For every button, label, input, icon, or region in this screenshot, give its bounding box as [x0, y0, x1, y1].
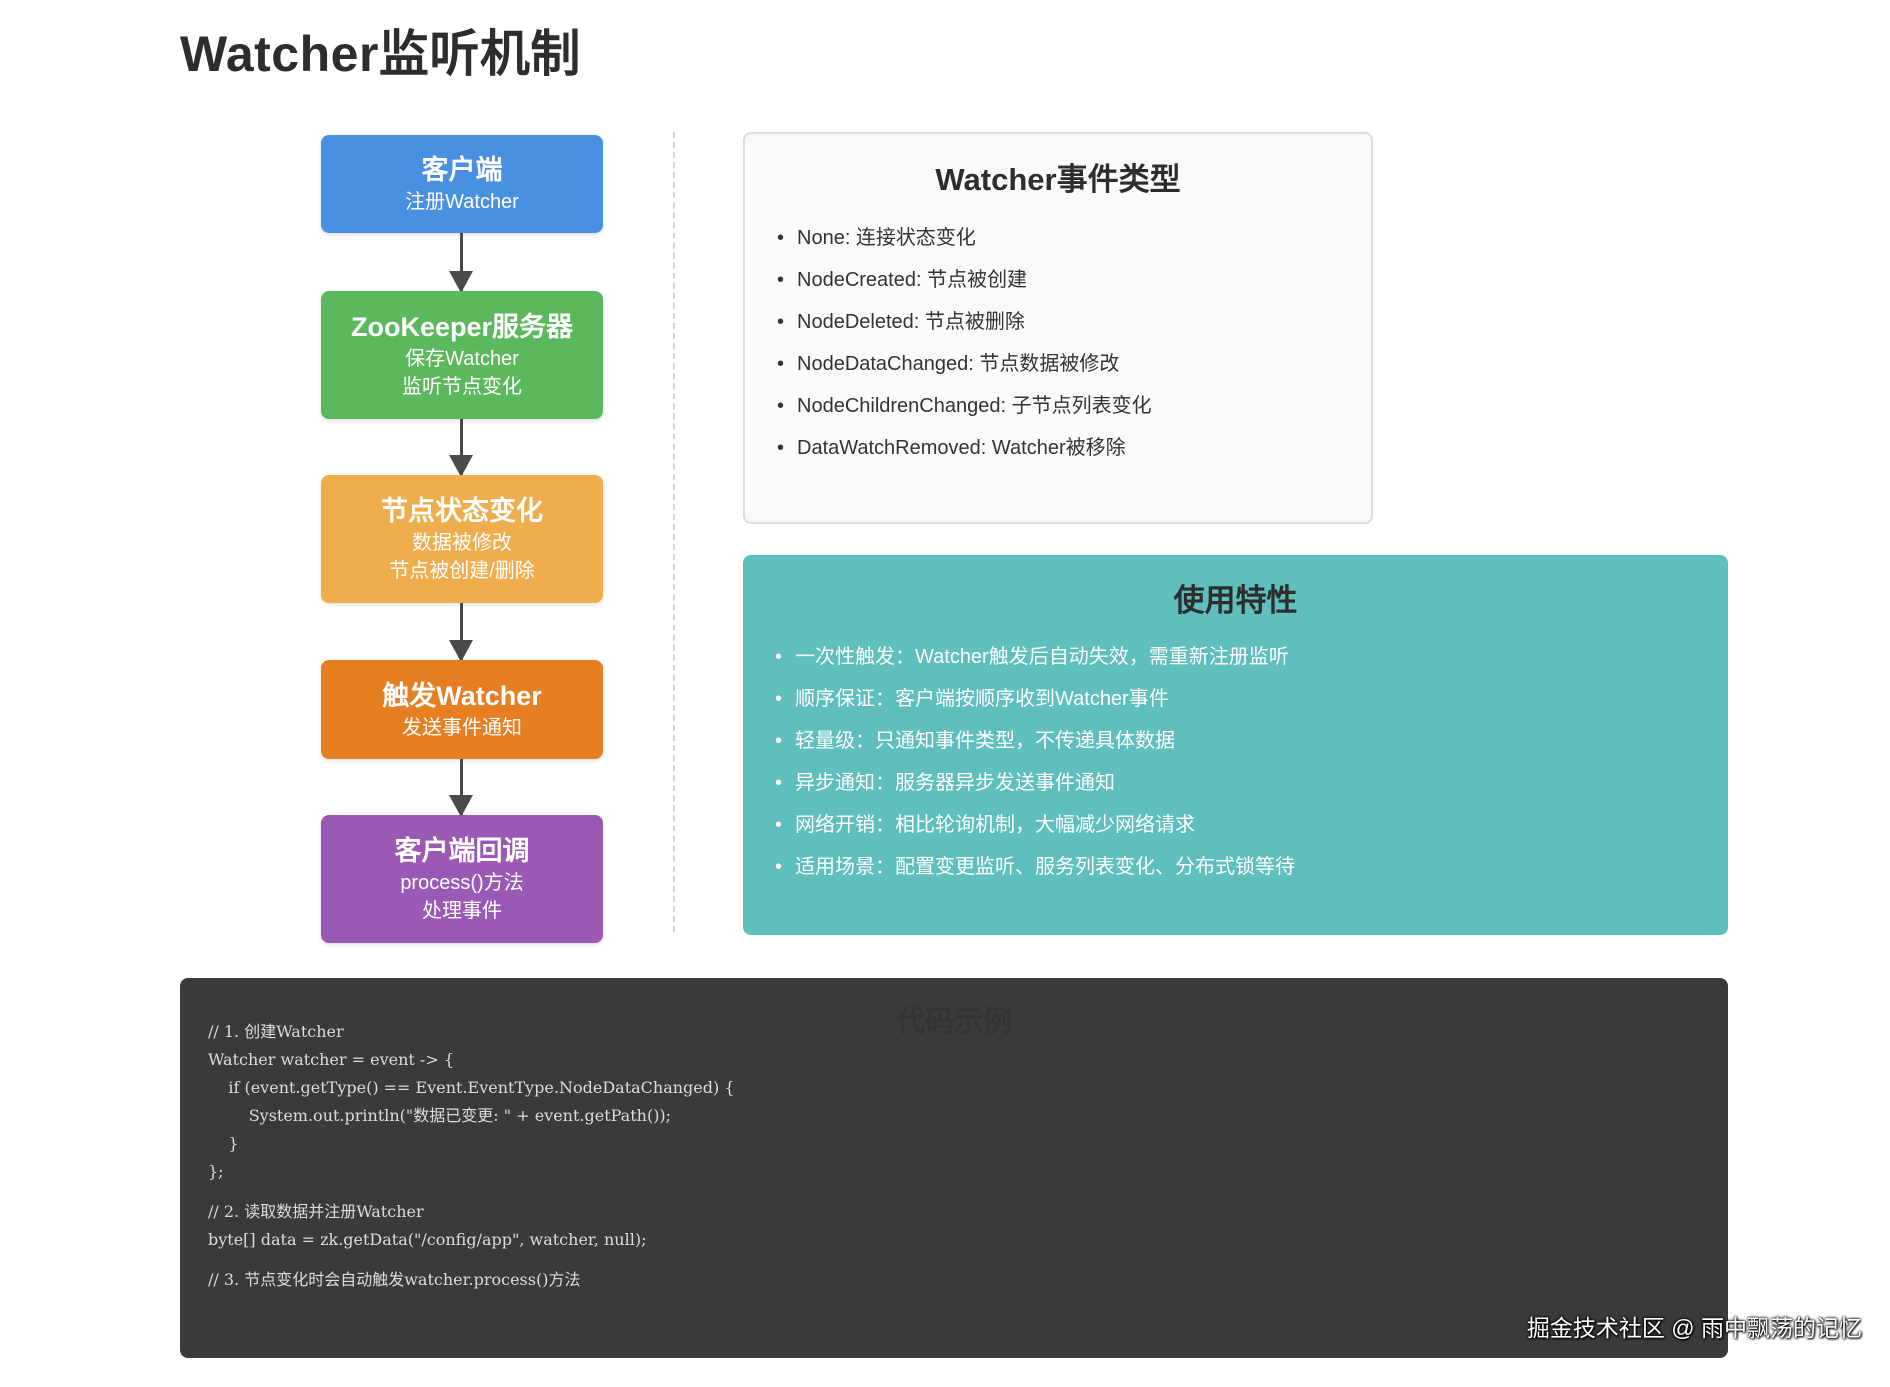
flow-step-title: 触发Watcher: [382, 680, 542, 711]
flow-step-title: 客户端: [421, 155, 503, 185]
usage-features-title: 使用特性: [1173, 583, 1298, 618]
flow-arrow: [449, 233, 473, 293]
list-item: NodeDataChanged: 节点数据被修改: [777, 343, 1371, 385]
list-item: 异步通知：服务器异步发送事件通知: [775, 762, 1728, 804]
flow-arrow: [449, 419, 473, 477]
list-item: NodeCreated: 节点被创建: [777, 259, 1371, 301]
code-line: if (event.getType() == Event.EventType.N…: [208, 1078, 735, 1097]
flow-arrow: [449, 603, 473, 662]
flow-step-line: 保存Watcher: [405, 348, 519, 370]
flow-step-title: ZooKeeper服务器: [350, 312, 574, 342]
flow-step-line: 注册Watcher: [405, 191, 519, 213]
flow-step-title: 节点状态变化: [381, 496, 543, 526]
flow-step-title: 客户端回调: [394, 836, 530, 866]
code-line: System.out.println("数据已变更: " + event.get…: [208, 1106, 672, 1125]
flow-step-line: 数据被修改: [412, 532, 512, 554]
code-line: };: [208, 1162, 224, 1181]
code-example-title: 代码示例: [895, 1006, 1012, 1038]
code-example-panel: 代码示例 // 1. 创建Watcher Watcher watcher = e…: [180, 978, 1728, 1358]
list-item: NodeDeleted: 节点被删除: [777, 301, 1371, 343]
event-types-panel: Watcher事件类型 None: 连接状态变化 NodeCreated: 节点…: [743, 132, 1373, 524]
list-item: 一次性触发：Watcher触发后自动失效，需重新注册监听: [775, 636, 1728, 678]
flow-step-line: 发送事件通知: [402, 716, 522, 739]
event-types-list: None: 连接状态变化 NodeCreated: 节点被创建 NodeDele…: [745, 217, 1371, 469]
flow-step-line: process()方法: [400, 872, 524, 894]
list-item: None: 连接状态变化: [777, 217, 1371, 259]
list-item: DataWatchRemoved: Watcher被移除: [777, 427, 1371, 469]
list-item: 网络开销：相比轮询机制，大幅减少网络请求: [775, 804, 1728, 846]
usage-features-list: 一次性触发：Watcher触发后自动失效，需重新注册监听 顺序保证：客户端按顺序…: [743, 636, 1728, 888]
code-line: // 3. 节点变化时会自动触发watcher.process()方法: [208, 1270, 581, 1289]
flow-step-client-callback: 客户端回调 process()方法 处理事件: [321, 815, 603, 943]
dashed-divider: [673, 132, 675, 932]
flow-step-line: 监听节点变化: [402, 376, 522, 398]
code-line: Watcher watcher = event -> {: [208, 1050, 454, 1069]
code-line: // 2. 读取数据并注册Watcher: [208, 1202, 424, 1221]
flow-step-zookeeper-server: ZooKeeper服务器 保存Watcher 监听节点变化: [321, 291, 603, 419]
page-title: Watcher监听机制: [180, 26, 581, 82]
watermark: 掘金技术社区 @ 雨中飘荡的记忆: [1526, 1315, 1862, 1341]
flow-step-client-register: 客户端 注册Watcher: [321, 135, 603, 233]
list-item: 适用场景：配置变更监听、服务列表变化、分布式锁等待: [775, 846, 1728, 888]
event-types-title: Watcher事件类型: [935, 162, 1181, 197]
list-item: 顺序保证：客户端按顺序收到Watcher事件: [775, 678, 1728, 720]
flow-step-trigger-watcher: 触发Watcher 发送事件通知: [321, 660, 603, 759]
flow-step-line: 节点被创建/删除: [389, 560, 535, 582]
flow-step-line: 处理事件: [422, 900, 502, 922]
list-item: NodeChildrenChanged: 子节点列表变化: [777, 385, 1371, 427]
flow-step-node-change: 节点状态变化 数据被修改 节点被创建/删除: [321, 475, 603, 603]
code-line: byte[] data = zk.getData("/config/app", …: [208, 1230, 647, 1249]
list-item: 轻量级：只通知事件类型，不传递具体数据: [775, 720, 1728, 762]
code-line: }: [208, 1134, 239, 1153]
flow-arrow: [449, 759, 473, 817]
usage-features-panel: 使用特性 一次性触发：Watcher触发后自动失效，需重新注册监听 顺序保证：客…: [743, 555, 1728, 935]
